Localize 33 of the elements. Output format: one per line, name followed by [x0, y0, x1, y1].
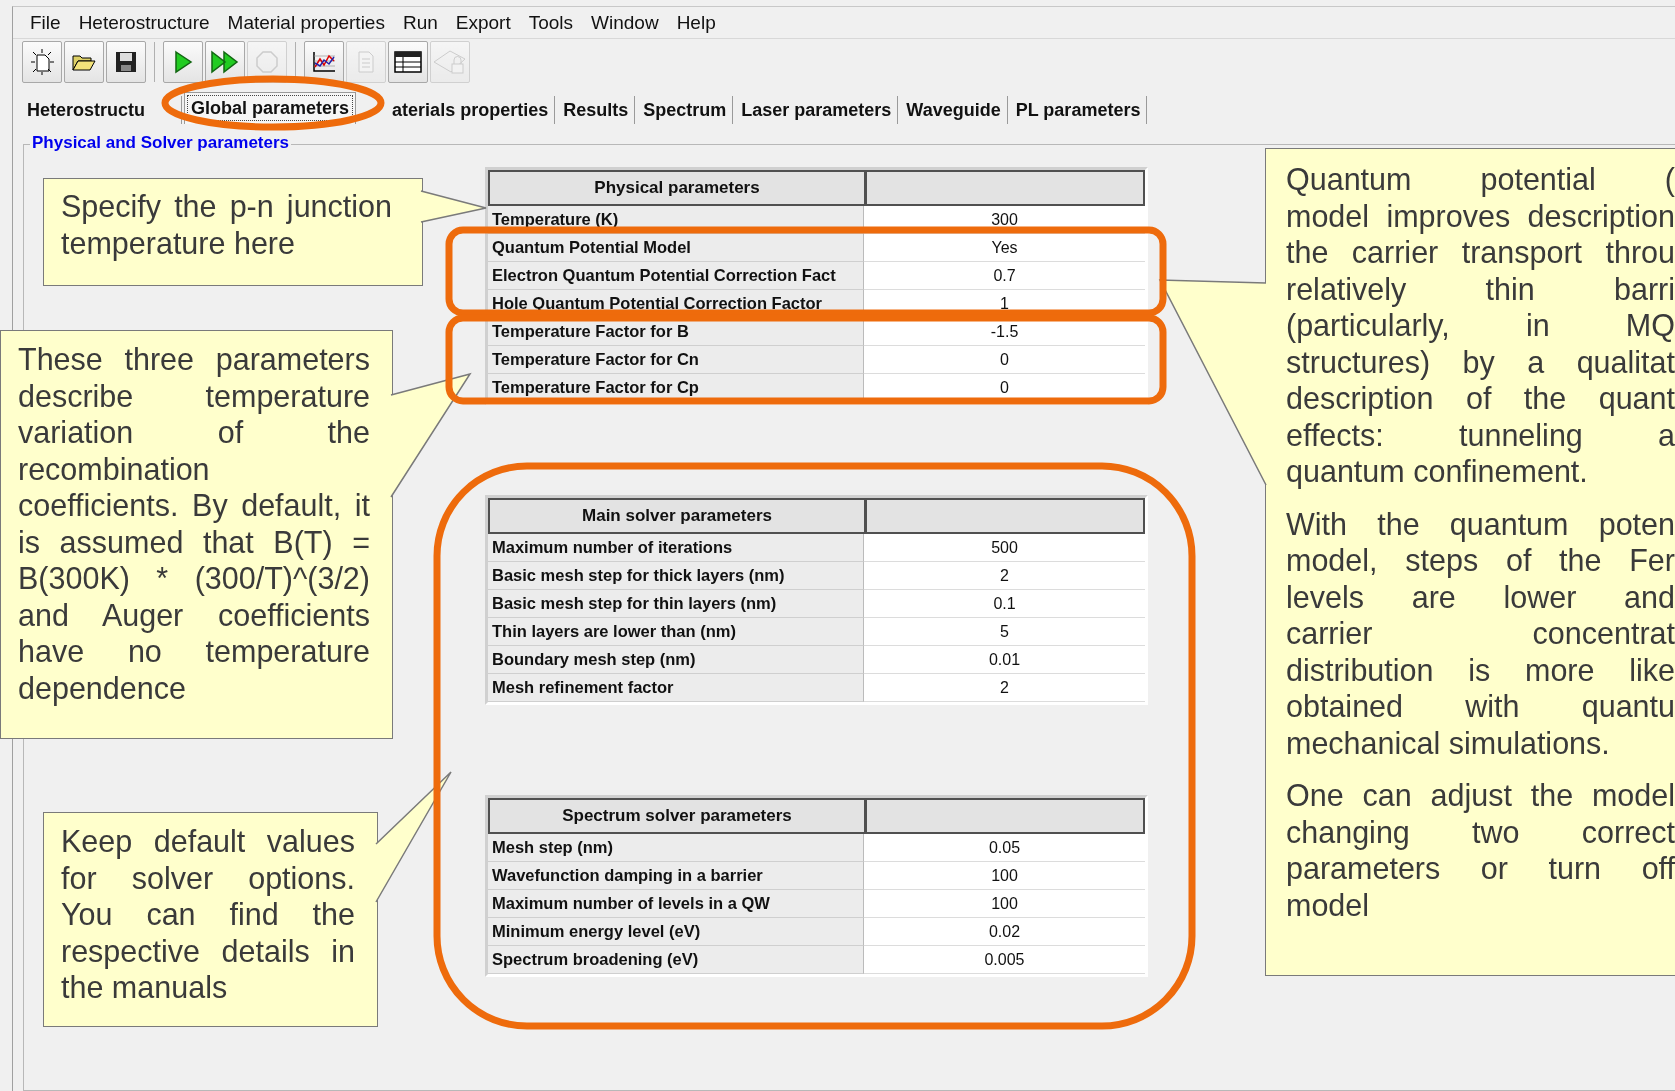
parameter-name: Mesh step (nm) — [488, 834, 864, 862]
parameter-name: Boundary mesh step (nm) — [488, 646, 864, 674]
parameter-name: Electron Quantum Potential Correction Fact — [488, 262, 864, 290]
column-header: Spectrum solver parameters — [488, 798, 865, 834]
parameter-name: Temperature Factor for Cn — [488, 346, 864, 374]
parameter-name: Basic mesh step for thick layers (nm) — [488, 562, 864, 590]
callout-text: One can adjust the model changing two correct parameters or turn off model — [1286, 777, 1675, 923]
callout-text: Specify the p-n junction temperature here — [61, 188, 392, 261]
parameter-name: Mesh refinement factor — [488, 674, 864, 702]
parameter-name: Wavefunction damping in a barrier — [488, 862, 864, 890]
parameter-name: Basic mesh step for thin layers (nm) — [488, 590, 864, 618]
tab[interactable]: Global parameters — [184, 92, 357, 124]
menu-item[interactable]: Run — [393, 11, 447, 34]
column-header: Main solver parameters — [488, 498, 865, 534]
parameter-name: Spectrum broadening (eV) — [488, 946, 864, 974]
menu-item[interactable]: Tools — [519, 11, 583, 34]
parameter-name: Maximum number of levels in a QW — [488, 890, 864, 918]
parameter-name: Quantum Potential Model — [488, 234, 864, 262]
menu-item[interactable]: Material properties — [218, 11, 394, 34]
parameter-name: Minimum energy level (eV) — [488, 918, 864, 946]
callout-text: Keep default values for solver options. You can find the respective details in the manuals — [61, 823, 355, 1006]
menu-item[interactable]: Heterostructure — [69, 11, 219, 34]
parameter-name: Maximum number of iterations — [488, 534, 864, 562]
menu-item[interactable]: File — [21, 11, 70, 34]
group-title: Physical and Solver parameters — [30, 133, 292, 153]
callout-text: Quantum potential ( model improves description the carrier transport throu relatively thin barri (particularly, in MQ structures) by a qualitat description of the quant effects: tunneling a quantum confinement. — [1286, 161, 1675, 490]
menu-item[interactable]: Window — [582, 11, 668, 34]
callout-text: With the quantum poten model, steps of the Fer levels are lower and carrier concentrat distribution is more like obtained with quantu mechanical simulations. — [1286, 505, 1675, 761]
callout-text: These three parameters describe temperature variation of the recombination coefficients. By default, it is assumed that B(T) = B(300K) * (300/T)^(3/2) and Auger coefficients have no temperature dependence — [18, 341, 370, 706]
column-header: Physical parameters — [488, 170, 865, 206]
parameter-name: Thin layers are lower than (nm) — [488, 618, 864, 646]
menu-item[interactable]: Export — [446, 11, 520, 34]
menu-item[interactable]: Help — [667, 11, 725, 34]
